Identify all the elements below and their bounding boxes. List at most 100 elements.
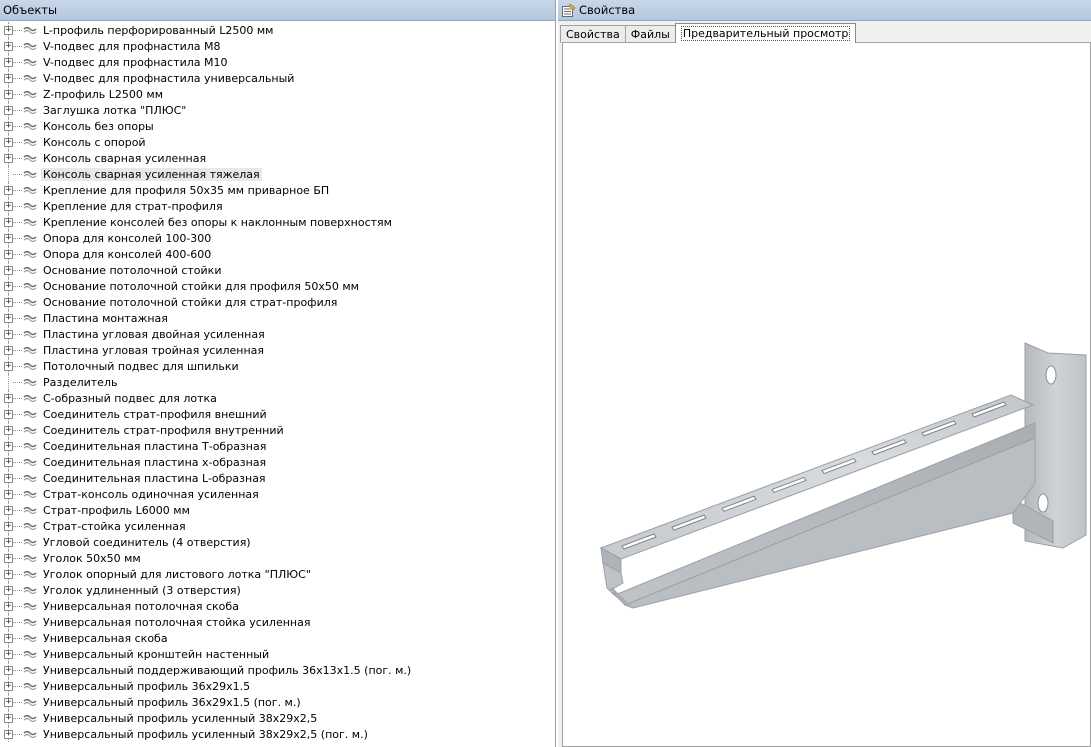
tree-item[interactable]: + Основание потолочной стойки для профиля… xyxy=(0,278,555,294)
expand-icon[interactable]: + xyxy=(4,297,13,307)
tree-item[interactable]: + Страт-консоль одиночная усиленная xyxy=(0,486,555,502)
tree-item[interactable]: + Опора для консолей 100-300 xyxy=(0,230,555,246)
expand-icon[interactable]: + xyxy=(4,505,13,515)
expand-icon[interactable]: + xyxy=(4,137,13,147)
expand-icon[interactable]: + xyxy=(4,249,13,259)
tree-item[interactable]: + Страт-профиль L6000 мм xyxy=(0,502,555,518)
tree-item-label: Универсальная скоба xyxy=(43,631,168,645)
expand-icon[interactable]: + xyxy=(4,601,13,611)
tree-item[interactable]: + Уголок 50х50 мм xyxy=(0,550,555,566)
tab-files[interactable]: Файлы xyxy=(624,25,676,43)
tree-item[interactable]: + Крепление консолей без опоры к наклонны… xyxy=(0,214,555,230)
tree-item[interactable]: + Универсальный профиль усиленный 38х29х2… xyxy=(0,726,555,742)
expand-icon[interactable]: + xyxy=(4,633,13,643)
expand-icon[interactable]: + xyxy=(4,345,13,355)
tree-item[interactable]: + Универсальный профиль 36х29х1.5 xyxy=(0,678,555,694)
tree-item[interactable]: + Z-профиль L2500 мм xyxy=(0,86,555,102)
expand-icon[interactable]: + xyxy=(4,457,13,467)
tree-item[interactable]: + С-образный подвес для лотка xyxy=(0,390,555,406)
tab-preview[interactable]: Предварительный просмотр xyxy=(674,23,857,43)
expand-icon[interactable]: + xyxy=(4,57,13,67)
expand-icon[interactable]: + xyxy=(4,617,13,627)
expand-icon[interactable]: + xyxy=(4,393,13,403)
tree-item-label: Страт-стойка усиленная xyxy=(43,519,186,533)
tree-item[interactable]: + Универсальный кронштейн настенный xyxy=(0,646,555,662)
expand-icon[interactable]: + xyxy=(4,729,13,739)
expand-icon[interactable]: + xyxy=(4,489,13,499)
expand-icon[interactable]: + xyxy=(4,185,13,195)
tree-item[interactable]: + Пластина монтажная xyxy=(0,310,555,326)
tree-item[interactable]: + V-подвес для профнастила М8 xyxy=(0,38,555,54)
tree-item[interactable]: Консоль сварная усиленная тяжелая xyxy=(0,166,555,182)
tree-item[interactable]: + Универсальный профиль усиленный 38х29х2… xyxy=(0,710,555,726)
tree-item[interactable]: + Консоль без опоры xyxy=(0,118,555,134)
expand-icon[interactable]: + xyxy=(4,409,13,419)
tree-item-label: Универсальная потолочная скоба xyxy=(43,599,239,613)
tree-item[interactable]: + Консоль с опорой xyxy=(0,134,555,150)
expand-icon[interactable]: + xyxy=(4,681,13,691)
tree-connector-line xyxy=(13,29,22,31)
component-icon xyxy=(23,425,37,435)
tree-item[interactable]: + Основание потолочной стойки xyxy=(0,262,555,278)
tree-item[interactable]: + Пластина угловая двойная усиленная xyxy=(0,326,555,342)
tree-item[interactable]: + Потолочный подвес для шпильки xyxy=(0,358,555,374)
tree-item[interactable]: + V-подвес для профнастила М10 xyxy=(0,54,555,70)
expand-icon[interactable]: + xyxy=(4,569,13,579)
tree-item[interactable]: + Угловой соединитель (4 отверстия) xyxy=(0,534,555,550)
expand-icon[interactable]: + xyxy=(4,473,13,483)
tree-item[interactable]: + Опора для консолей 400-600 xyxy=(0,246,555,262)
tree-item[interactable]: Разделитель xyxy=(0,374,555,390)
expand-icon[interactable]: + xyxy=(4,73,13,83)
expand-icon[interactable]: + xyxy=(4,713,13,723)
expand-icon[interactable]: + xyxy=(4,105,13,115)
tree-item[interactable]: + Основание потолочной стойки для страт-п… xyxy=(0,294,555,310)
expand-icon[interactable]: + xyxy=(4,281,13,291)
tree-connector-line xyxy=(13,621,22,623)
expand-icon[interactable]: + xyxy=(4,313,13,323)
tree-item[interactable]: + Универсальная скоба xyxy=(0,630,555,646)
tree-connector-line xyxy=(13,173,22,175)
expand-icon[interactable]: + xyxy=(4,265,13,275)
expand-icon[interactable]: + xyxy=(4,649,13,659)
expand-icon[interactable]: + xyxy=(4,329,13,339)
tree-item[interactable]: + Универсальная потолочная скоба xyxy=(0,598,555,614)
expand-icon[interactable]: + xyxy=(4,553,13,563)
expand-icon[interactable]: + xyxy=(4,425,13,435)
expand-icon[interactable]: + xyxy=(4,441,13,451)
expand-icon[interactable]: + xyxy=(4,585,13,595)
expand-icon[interactable]: + xyxy=(4,153,13,163)
tree-item[interactable]: + Соединительная пластина х-образная xyxy=(0,454,555,470)
tree-item[interactable]: + Страт-стойка усиленная xyxy=(0,518,555,534)
expand-icon[interactable]: + xyxy=(4,665,13,675)
tree-item[interactable]: + Соединитель страт-профиля внутренний xyxy=(0,422,555,438)
expand-icon[interactable]: + xyxy=(4,697,13,707)
tree-item[interactable]: + Заглушка лотка "ПЛЮС" xyxy=(0,102,555,118)
expand-icon[interactable]: + xyxy=(4,361,13,371)
expand-icon[interactable]: + xyxy=(4,201,13,211)
tree-item[interactable]: + Соединительная пластина L-образная xyxy=(0,470,555,486)
tree-item[interactable]: + Универсальный поддерживающий профиль 36… xyxy=(0,662,555,678)
tree-item[interactable]: + Универсальный профиль 36х29х1.5 (пог. м… xyxy=(0,694,555,710)
expand-icon[interactable]: + xyxy=(4,217,13,227)
tree-item[interactable]: + L-профиль перфорированный L2500 мм xyxy=(0,22,555,38)
expand-icon[interactable]: + xyxy=(4,537,13,547)
tree-item[interactable]: + Уголок опорный для листового лотка "ПЛЮ… xyxy=(0,566,555,582)
expand-icon[interactable]: + xyxy=(4,521,13,531)
tree-item[interactable]: + Пластина угловая тройная усиленная xyxy=(0,342,555,358)
tree-item[interactable]: + Крепление для страт-профиля xyxy=(0,198,555,214)
expand-icon[interactable]: + xyxy=(4,233,13,243)
expand-icon[interactable]: + xyxy=(4,25,13,35)
expand-icon[interactable]: + xyxy=(4,121,13,131)
component-icon xyxy=(23,441,37,451)
expand-icon[interactable]: + xyxy=(4,41,13,51)
tree-item[interactable]: + Универсальная потолочная стойка усиленн… xyxy=(0,614,555,630)
tree-item[interactable]: + Соединительная пластина Т-образная xyxy=(0,438,555,454)
tree-item[interactable]: + Соединитель страт-профиля внешний xyxy=(0,406,555,422)
tree-item[interactable]: + Уголок удлиненный (3 отверстия) xyxy=(0,582,555,598)
tree-item[interactable]: + V-подвес для профнастила универсальный xyxy=(0,70,555,86)
tree-item[interactable]: + Консоль сварная усиленная xyxy=(0,150,555,166)
tree-item-label: Универсальный поддерживающий профиль 36х… xyxy=(43,663,412,677)
tree-item[interactable]: + Крепление для профиля 50х35 мм приварно… xyxy=(0,182,555,198)
tab-properties[interactable]: Свойства xyxy=(560,25,626,43)
expand-icon[interactable]: + xyxy=(4,89,13,99)
